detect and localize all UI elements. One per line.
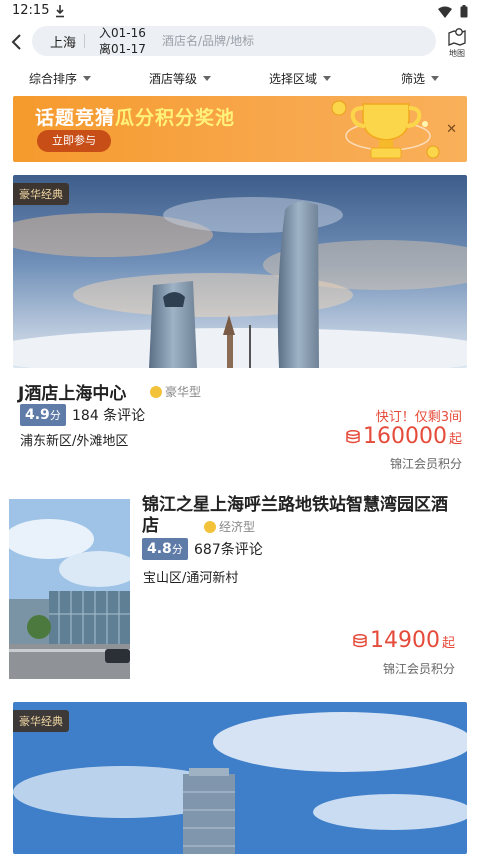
hotel-name[interactable]: J酒店上海中心 xyxy=(18,379,126,404)
member-points-label: 锦江会员积分 xyxy=(382,662,455,676)
price-unit: 起 xyxy=(441,636,455,651)
hotel-tag: 豪华经典 xyxy=(13,710,69,732)
hotel-area: 宝山区/通河新村 xyxy=(143,571,239,586)
banner-title-plain: 话题竞猜 xyxy=(35,107,116,129)
divider xyxy=(84,34,85,48)
map-button[interactable]: 地图 xyxy=(443,26,471,58)
checkout-date: 离01-17 xyxy=(99,42,146,56)
checkin-date: 入01-16 xyxy=(99,26,146,40)
score-badge: 4.8分 xyxy=(142,538,188,560)
promo-banner[interactable]: 话题竞猜瓜分积分奖池 立即参与 ✕ xyxy=(13,96,467,162)
price-unit: 起 xyxy=(448,432,462,447)
member-points-label: 锦江会员积分 xyxy=(389,457,462,471)
search-row: 上海 入01-16 离01-17 酒店名/品牌/地标 地图 xyxy=(0,26,480,58)
map-label: 地图 xyxy=(449,49,465,58)
search-bar[interactable]: 上海 入01-16 离01-17 酒店名/品牌/地标 xyxy=(32,26,436,56)
filter-sort[interactable]: 综合排序 xyxy=(0,68,120,88)
filter-label: 综合排序 xyxy=(28,71,77,86)
banner-title-highlight: 瓜分积分奖池 xyxy=(115,107,236,129)
skyline-photo xyxy=(13,175,467,368)
caret-down-icon xyxy=(203,75,211,81)
map-icon xyxy=(448,28,466,46)
medal-icon xyxy=(150,385,162,398)
price-value: 160000 xyxy=(363,424,447,449)
hotel-price: 14900 起 xyxy=(352,628,455,653)
status-time: 12:15 xyxy=(12,3,50,18)
search-input[interactable]: 酒店名/品牌/地标 xyxy=(162,32,254,49)
hotel-image[interactable]: 豪华经典 xyxy=(13,702,467,854)
battery-icon xyxy=(460,5,468,18)
score-value: 4.8 xyxy=(147,541,172,557)
hotel-price: 160000 起 xyxy=(345,424,462,449)
score-unit: 分 xyxy=(171,543,183,556)
points-coin-icon xyxy=(353,633,367,647)
filter-more[interactable]: 筛选 xyxy=(360,68,480,88)
status-bar: 12:15 xyxy=(0,0,480,24)
hotel-photo xyxy=(9,499,130,679)
score-badge: 4.9分 xyxy=(20,404,66,426)
caret-down-icon xyxy=(323,75,331,81)
points-coin-icon xyxy=(346,429,360,443)
score-unit: 分 xyxy=(49,409,61,422)
caret-down-icon xyxy=(431,75,439,81)
hotel-image[interactable] xyxy=(9,499,130,679)
hotel-tag: 豪华经典 xyxy=(13,183,69,205)
hotel-image[interactable]: 豪华经典 xyxy=(13,175,467,368)
hotel-type-label: 经济型 xyxy=(219,520,256,534)
trophy-icon xyxy=(331,100,440,159)
hotel-area: 浦东新区/外滩地区 xyxy=(20,434,129,449)
filter-bar: 综合排序 酒店等级 选择区域 筛选 xyxy=(0,68,480,88)
back-arrow-icon[interactable] xyxy=(8,32,26,52)
date-selector[interactable]: 入01-16 离01-17 xyxy=(99,25,146,57)
medal-icon xyxy=(204,520,216,533)
filter-hotel-level[interactable]: 酒店等级 xyxy=(120,68,240,88)
close-icon[interactable]: ✕ xyxy=(446,122,457,137)
hotel-type: 豪华型 xyxy=(150,383,201,400)
score-value: 4.9 xyxy=(25,407,50,423)
join-now-button[interactable]: 立即参与 xyxy=(37,130,111,152)
wifi-icon xyxy=(438,6,452,18)
tower-photo xyxy=(13,702,467,854)
filter-area[interactable]: 选择区域 xyxy=(240,68,360,88)
filter-label: 酒店等级 xyxy=(148,71,197,86)
review-count: 184 条评论 xyxy=(72,408,146,424)
price-value: 14900 xyxy=(369,628,440,653)
filter-label: 选择区域 xyxy=(268,71,317,86)
filter-label: 筛选 xyxy=(400,71,425,86)
download-icon xyxy=(56,5,64,18)
review-count: 687条评论 xyxy=(194,542,263,558)
banner-title: 话题竞猜瓜分积分奖池 xyxy=(35,103,235,130)
city-selector[interactable]: 上海 xyxy=(50,32,76,51)
urgent-label: 快订！仅剩3间 xyxy=(375,410,462,425)
hotel-type-label: 豪华型 xyxy=(165,385,202,399)
caret-down-icon xyxy=(83,75,91,81)
hotel-name[interactable]: 锦江之星上海呼兰路地铁站智慧湾园区酒店 xyxy=(142,495,462,537)
hotel-type: 经济型 xyxy=(204,518,255,535)
